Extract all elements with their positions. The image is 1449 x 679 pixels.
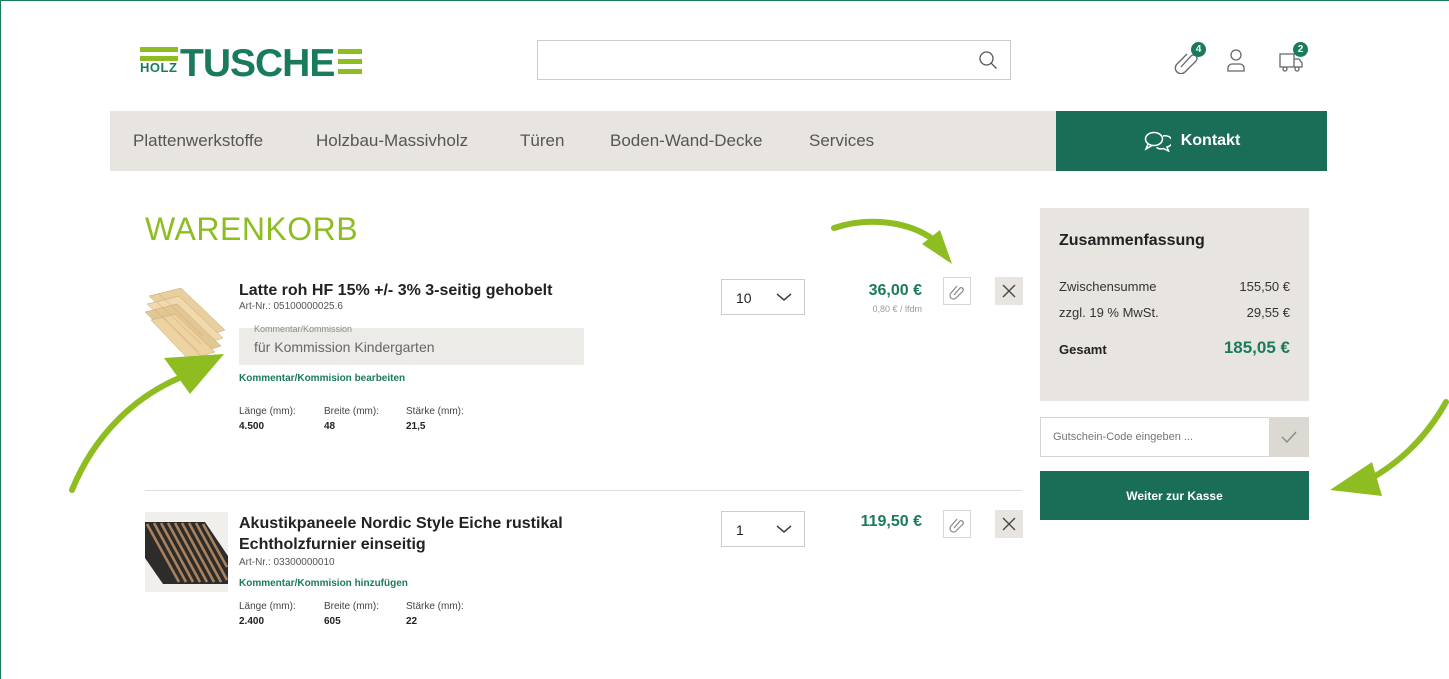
logo-bars — [140, 47, 178, 61]
paperclip-icon — [949, 285, 964, 300]
logo-end-bars — [338, 49, 362, 74]
logo-tusche-text: TUSCHE — [180, 42, 335, 85]
quantity-value: 1 — [736, 522, 744, 538]
dim-value: 4.500 — [239, 421, 265, 432]
attach-note-button[interactable] — [943, 277, 971, 305]
nav-item-plattenwerkstoffe[interactable]: Plattenwerkstoffe — [133, 131, 263, 151]
comment-field[interactable]: Kommentar/Kommission für Kommission Kind… — [239, 324, 584, 365]
item-price: 119,50 € — [860, 513, 922, 530]
voucher-submit-button[interactable] — [1269, 417, 1309, 457]
nav-item-boden-wand-decke[interactable]: Boden-Wand-Decke — [610, 131, 762, 151]
nav-item-tueren[interactable]: Türen — [520, 131, 564, 151]
voucher-input[interactable] — [1040, 417, 1270, 457]
subtotal-label: Zwischensumme — [1059, 279, 1157, 294]
add-comment-link[interactable]: Kommentar/Kommision hinzufügen — [239, 578, 408, 589]
edit-comment-link[interactable]: Kommentar/Kommision bearbeiten — [239, 373, 405, 384]
checkmark-icon — [1281, 431, 1297, 444]
attach-note-button[interactable] — [943, 510, 971, 538]
account-button[interactable] — [1226, 44, 1256, 74]
acoustic-panel-image — [145, 512, 229, 592]
notes-badge: 4 — [1191, 42, 1206, 57]
product-title[interactable]: Akustikpaneele Nordic Style Eiche rustik… — [239, 513, 599, 555]
contact-button[interactable]: Kontakt — [1056, 111, 1327, 171]
article-number: Art-Nr.: 05100000025.6 — [239, 301, 343, 312]
dim-label: Breite (mm): — [324, 601, 379, 612]
dim-label: Stärke (mm): — [406, 601, 464, 612]
page-title: WARENKORB — [145, 211, 359, 247]
dim-label: Länge (mm): — [239, 601, 296, 612]
subtotal-value: 155,50 € — [1239, 279, 1290, 294]
contact-label: Kontakt — [1180, 132, 1241, 149]
cart-badge: 2 — [1293, 42, 1308, 57]
quantity-value: 10 — [736, 290, 752, 306]
comment-label: Kommentar/Kommission — [254, 324, 353, 334]
summary-title: Zusammenfassung — [1059, 232, 1205, 249]
tax-value: 29,55 € — [1246, 305, 1290, 320]
dim-value: 2.400 — [239, 616, 265, 627]
annotation-arrow — [831, 218, 952, 264]
item-divider — [145, 490, 1022, 491]
search-icon[interactable] — [978, 50, 998, 70]
remove-item-button[interactable] — [995, 277, 1023, 305]
product-title[interactable]: Latte roh HF 15% +/- 3% 3-seitig gehobel… — [239, 280, 599, 301]
close-icon — [1002, 517, 1016, 531]
close-icon — [1002, 284, 1016, 298]
checkout-button[interactable]: Weiter zur Kasse — [1040, 471, 1309, 520]
comment-value: für Kommission Kindergarten — [254, 339, 435, 355]
total-value: 185,05 € — [1223, 338, 1290, 357]
total-label: Gesamt — [1059, 342, 1107, 357]
cart-button[interactable]: 2 — [1278, 42, 1308, 74]
dim-value: 22 — [406, 616, 418, 627]
dim-value: 605 — [324, 616, 341, 627]
dim-label: Länge (mm): — [239, 406, 296, 417]
product-image[interactable] — [145, 512, 229, 592]
tax-label: zzgl. 19 % MwSt. — [1059, 305, 1159, 320]
user-icon — [1227, 49, 1245, 72]
annotation-arrow — [69, 354, 224, 493]
quantity-select[interactable]: 10 — [721, 279, 805, 315]
annotation-arrow — [1330, 399, 1449, 496]
article-number: Art-Nr.: 03300000010 — [239, 557, 335, 568]
logo-holz-text: HOLZ — [140, 60, 178, 75]
chat-bubbles-icon — [1144, 131, 1171, 152]
notes-button[interactable]: 4 — [1174, 42, 1206, 74]
chevron-down-icon — [776, 525, 792, 533]
unit-price: 0,80 € / lfdm — [872, 304, 922, 314]
main-nav: Plattenwerkstoffe Holzbau-Massivholz Tür… — [110, 111, 1056, 171]
dim-label: Stärke (mm): — [406, 406, 464, 417]
nav-item-services[interactable]: Services — [809, 131, 874, 151]
remove-item-button[interactable] — [995, 510, 1023, 538]
nav-item-holzbau-massivholz[interactable]: Holzbau-Massivholz — [316, 131, 468, 151]
dim-value: 21,5 — [406, 421, 426, 432]
item-price: 36,00 € — [868, 282, 922, 299]
chevron-down-icon — [776, 293, 792, 301]
quantity-select[interactable]: 1 — [721, 511, 805, 547]
search-input[interactable] — [537, 40, 1011, 80]
dim-value: 48 — [324, 421, 336, 432]
paperclip-icon — [949, 518, 964, 533]
order-summary: Zusammenfassung Zwischensumme 155,50 € z… — [1040, 208, 1309, 401]
dim-label: Breite (mm): — [324, 406, 379, 417]
